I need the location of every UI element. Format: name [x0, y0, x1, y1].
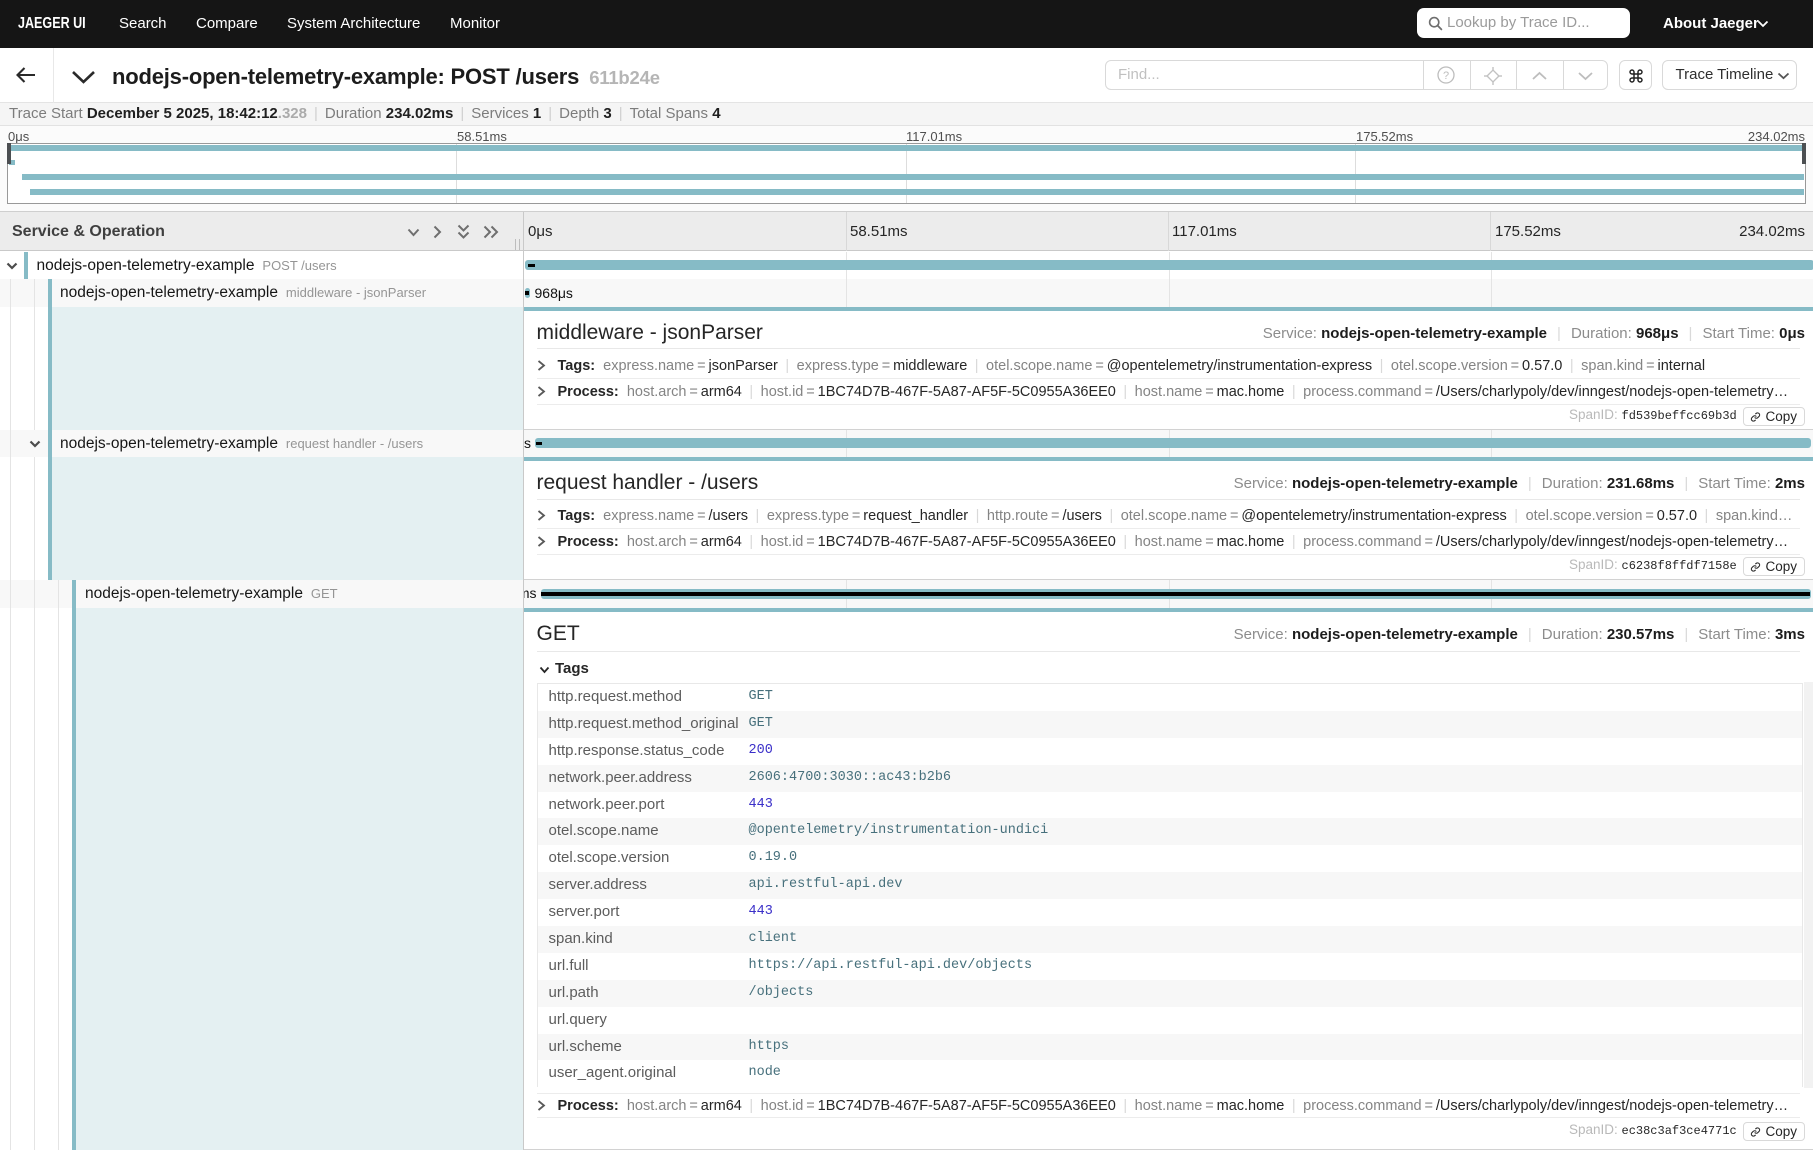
svg-text:?: ?: [1443, 70, 1449, 82]
